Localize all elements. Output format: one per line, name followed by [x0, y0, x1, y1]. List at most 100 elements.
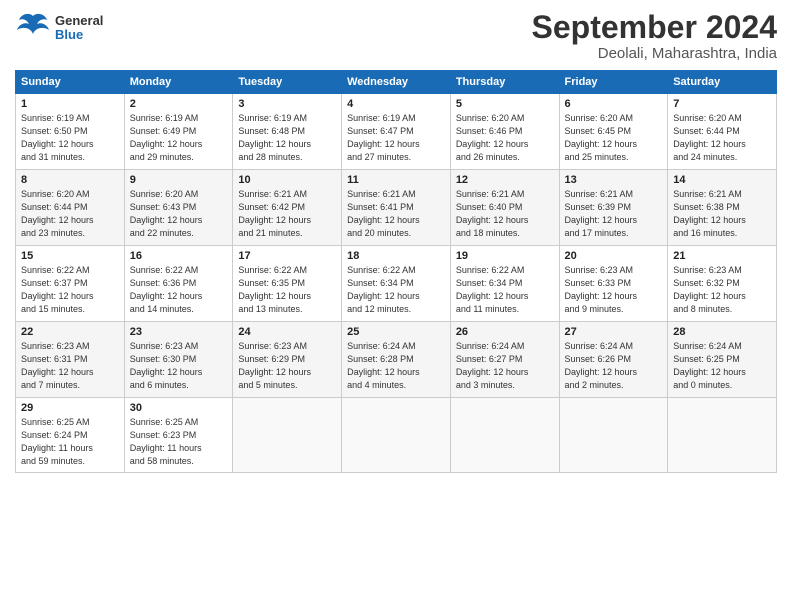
calendar-cell: 20Sunrise: 6:23 AM Sunset: 6:33 PM Dayli… [559, 246, 668, 322]
day-info: Sunrise: 6:21 AM Sunset: 6:38 PM Dayligh… [673, 188, 771, 240]
day-number: 28 [673, 326, 771, 338]
calendar-cell: 16Sunrise: 6:22 AM Sunset: 6:36 PM Dayli… [124, 246, 233, 322]
logo: General Blue [15, 10, 103, 46]
logo-text-general: General [55, 14, 103, 28]
day-info: Sunrise: 6:20 AM Sunset: 6:43 PM Dayligh… [130, 188, 228, 240]
day-info: Sunrise: 6:20 AM Sunset: 6:44 PM Dayligh… [673, 112, 771, 164]
calendar-cell [559, 398, 668, 473]
day-number: 23 [130, 326, 228, 338]
day-number: 18 [347, 250, 445, 262]
day-number: 7 [673, 98, 771, 110]
calendar-cell: 2Sunrise: 6:19 AM Sunset: 6:49 PM Daylig… [124, 94, 233, 170]
day-number: 21 [673, 250, 771, 262]
day-info: Sunrise: 6:22 AM Sunset: 6:36 PM Dayligh… [130, 264, 228, 316]
calendar-cell: 30 Sunrise: 6:25 AM Sunset: 6:23 PM Dayli… [124, 398, 233, 473]
day-info: Sunrise: 6:23 AM Sunset: 6:30 PM Dayligh… [130, 340, 228, 392]
calendar-cell: 14 Sunrise: 6:21 AM Sunset: 6:38 PM Dayli… [668, 170, 777, 246]
day-info: Sunrise: 6:22 AM Sunset: 6:37 PM Dayligh… [21, 264, 119, 316]
calendar-cell: 4 Sunrise: 6:19 AM Sunset: 6:47 PM Daylig… [342, 94, 451, 170]
calendar-cell [668, 398, 777, 473]
calendar-header-row: Sunday Monday Tuesday Wednesday Thursday… [16, 71, 777, 94]
calendar-cell: 19Sunrise: 6:22 AM Sunset: 6:34 PM Dayli… [450, 246, 559, 322]
calendar-cell: 5 Sunrise: 6:20 AM Sunset: 6:46 PM Daylig… [450, 94, 559, 170]
col-thursday: Thursday [450, 71, 559, 94]
day-number: 25 [347, 326, 445, 338]
col-friday: Friday [559, 71, 668, 94]
calendar-cell: 6 Sunrise: 6:20 AM Sunset: 6:45 PM Daylig… [559, 94, 668, 170]
calendar-cell: 12 Sunrise: 6:21 AM Sunset: 6:40 PM Dayli… [450, 170, 559, 246]
day-info: Sunrise: 6:20 AM Sunset: 6:46 PM Dayligh… [456, 112, 554, 164]
day-info: Sunrise: 6:22 AM Sunset: 6:34 PM Dayligh… [456, 264, 554, 316]
calendar-cell: 18 Sunrise: 6:22 AM Sunset: 6:34 PM Dayli… [342, 246, 451, 322]
calendar-cell: 1 Sunrise: 6:19 AM Sunset: 6:50 PM Daylig… [16, 94, 125, 170]
day-number: 13 [565, 174, 663, 186]
logo-graphic: General Blue [15, 10, 103, 46]
calendar-table: Sunday Monday Tuesday Wednesday Thursday… [15, 70, 777, 473]
day-info: Sunrise: 6:21 AM Sunset: 6:42 PM Dayligh… [238, 188, 336, 240]
day-info: Sunrise: 6:24 AM Sunset: 6:25 PM Dayligh… [673, 340, 771, 392]
calendar-cell: 10Sunrise: 6:21 AM Sunset: 6:42 PM Dayli… [233, 170, 342, 246]
day-number: 4 [347, 98, 445, 110]
calendar-cell: 9Sunrise: 6:20 AM Sunset: 6:43 PM Daylig… [124, 170, 233, 246]
day-info: Sunrise: 6:24 AM Sunset: 6:28 PM Dayligh… [347, 340, 445, 392]
day-info: Sunrise: 6:19 AM Sunset: 6:48 PM Dayligh… [238, 112, 336, 164]
day-info: Sunrise: 6:21 AM Sunset: 6:40 PM Dayligh… [456, 188, 554, 240]
day-info: Sunrise: 6:22 AM Sunset: 6:34 PM Dayligh… [347, 264, 445, 316]
page-header: General Blue September 2024 Deolali, Mah… [15, 10, 777, 62]
day-number: 8 [21, 174, 119, 186]
day-number: 11 [347, 174, 445, 186]
day-number: 15 [21, 250, 119, 262]
day-number: 14 [673, 174, 771, 186]
logo-text-blue: Blue [55, 28, 103, 42]
calendar-cell: 21 Sunrise: 6:23 AM Sunset: 6:32 PM Dayli… [668, 246, 777, 322]
day-info: Sunrise: 6:25 AM Sunset: 6:23 PM Dayligh… [130, 416, 228, 468]
day-info: Sunrise: 6:21 AM Sunset: 6:39 PM Dayligh… [565, 188, 663, 240]
day-info: Sunrise: 6:24 AM Sunset: 6:27 PM Dayligh… [456, 340, 554, 392]
calendar-cell: 24 Sunrise: 6:23 AM Sunset: 6:29 PM Dayli… [233, 322, 342, 398]
calendar-cell [233, 398, 342, 473]
calendar-cell: 25 Sunrise: 6:24 AM Sunset: 6:28 PM Dayli… [342, 322, 451, 398]
calendar-cell: 7 Sunrise: 6:20 AM Sunset: 6:44 PM Daylig… [668, 94, 777, 170]
day-number: 27 [565, 326, 663, 338]
day-number: 5 [456, 98, 554, 110]
day-number: 29 [21, 402, 119, 414]
col-saturday: Saturday [668, 71, 777, 94]
day-info: Sunrise: 6:20 AM Sunset: 6:45 PM Dayligh… [565, 112, 663, 164]
calendar-cell: 17 Sunrise: 6:22 AM Sunset: 6:35 PM Dayli… [233, 246, 342, 322]
month-title: September 2024 [532, 10, 777, 45]
day-number: 30 [130, 402, 228, 414]
day-number: 17 [238, 250, 336, 262]
calendar-cell: 26 Sunrise: 6:24 AM Sunset: 6:27 PM Dayli… [450, 322, 559, 398]
day-number: 26 [456, 326, 554, 338]
day-info: Sunrise: 6:24 AM Sunset: 6:26 PM Dayligh… [565, 340, 663, 392]
day-info: Sunrise: 6:22 AM Sunset: 6:35 PM Dayligh… [238, 264, 336, 316]
calendar-cell: 15 Sunrise: 6:22 AM Sunset: 6:37 PM Dayli… [16, 246, 125, 322]
day-info: Sunrise: 6:23 AM Sunset: 6:29 PM Dayligh… [238, 340, 336, 392]
day-number: 12 [456, 174, 554, 186]
location-subtitle: Deolali, Maharashtra, India [532, 45, 777, 62]
calendar-cell: 8 Sunrise: 6:20 AM Sunset: 6:44 PM Daylig… [16, 170, 125, 246]
logo-bird-icon [15, 10, 51, 46]
calendar-cell: 28 Sunrise: 6:24 AM Sunset: 6:25 PM Dayli… [668, 322, 777, 398]
calendar-cell: 23 Sunrise: 6:23 AM Sunset: 6:30 PM Dayli… [124, 322, 233, 398]
col-tuesday: Tuesday [233, 71, 342, 94]
day-info: Sunrise: 6:23 AM Sunset: 6:31 PM Dayligh… [21, 340, 119, 392]
col-monday: Monday [124, 71, 233, 94]
calendar-cell [450, 398, 559, 473]
calendar-cell: 13 Sunrise: 6:21 AM Sunset: 6:39 PM Dayli… [559, 170, 668, 246]
calendar-cell: 29 Sunrise: 6:25 AM Sunset: 6:24 PM Dayli… [16, 398, 125, 473]
day-info: Sunrise: 6:23 AM Sunset: 6:32 PM Dayligh… [673, 264, 771, 316]
day-info: Sunrise: 6:19 AM Sunset: 6:47 PM Dayligh… [347, 112, 445, 164]
day-info: Sunrise: 6:25 AM Sunset: 6:24 PM Dayligh… [21, 416, 119, 468]
day-info: Sunrise: 6:20 AM Sunset: 6:44 PM Dayligh… [21, 188, 119, 240]
day-number: 3 [238, 98, 336, 110]
day-number: 24 [238, 326, 336, 338]
day-info: Sunrise: 6:19 AM Sunset: 6:49 PM Dayligh… [130, 112, 228, 164]
calendar-cell [342, 398, 451, 473]
day-number: 20 [565, 250, 663, 262]
day-number: 6 [565, 98, 663, 110]
day-number: 1 [21, 98, 119, 110]
title-block: September 2024 Deolali, Maharashtra, Ind… [532, 10, 777, 62]
day-info: Sunrise: 6:21 AM Sunset: 6:41 PM Dayligh… [347, 188, 445, 240]
day-info: Sunrise: 6:19 AM Sunset: 6:50 PM Dayligh… [21, 112, 119, 164]
